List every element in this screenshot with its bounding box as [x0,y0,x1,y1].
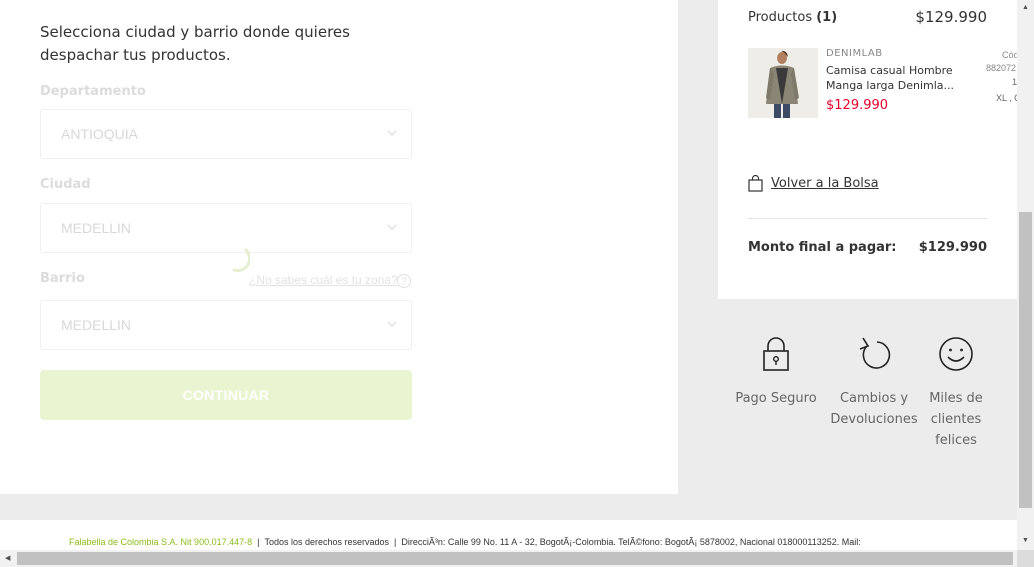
order-summary-card: Productos (1) $129.990 DENIMLAB Camisa c… [718,0,1021,299]
shopping-bag-icon [748,175,763,192]
department-value: ANTIOQUIA [61,126,139,142]
footer-company-link[interactable]: Falabella de Colombia S.A. Nit 900.017.4… [69,537,252,547]
continue-button[interactable]: CONTINUAR [40,370,412,420]
product-name[interactable]: Camisa casual Hombre Manga larga Denimla… [826,63,986,93]
city-select[interactable]: MEDELLIN [40,203,412,253]
trust-happy-customers: Miles de clientes felices [911,336,1001,451]
city-value: MEDELLIN [61,220,132,236]
vertical-scrollbar[interactable]: ▲ ▼ [1017,0,1034,550]
trust-label: Cambios y Devoluciones [830,391,918,427]
scrollbar-corner [1017,550,1034,567]
padlock-icon [763,337,789,371]
shipping-form-card: Selecciona ciudad y barrio donde quieres… [0,0,678,494]
product-code-value: 882072 [986,63,1017,73]
chevron-down-icon [387,321,397,327]
form-intro-text: Selecciona ciudad y barrio donde quieres… [40,23,350,64]
help-question-icon[interactable]: ? [397,274,411,288]
footer: Falabella de Colombia S.A. Nit 900.017.4… [0,520,1017,550]
product-price: $129.990 [826,98,889,113]
final-amount-value: $129.990 [918,240,987,255]
product-thumbnail[interactable] [748,48,818,118]
zone-help-link[interactable]: ¿No sabes cuál es tu zona? [249,273,398,287]
products-heading: Productos (1) [748,10,837,25]
product-brand: DENIMLAB [826,48,883,59]
neighborhood-value: MEDELLIN [61,317,132,333]
neighborhood-label: Barrio [40,271,85,286]
scroll-down-arrow-icon[interactable]: ▼ [1022,537,1029,544]
department-select[interactable]: ANTIOQUIA [40,109,412,159]
final-amount-label: Monto final a pagar: [748,240,897,255]
trust-secure-payment: Pago Seguro [731,336,821,409]
products-label: Productos [748,10,813,25]
horizontal-scroll-thumb[interactable] [17,552,1013,565]
vertical-scroll-thumb[interactable] [1019,212,1032,508]
footer-legal-row: Falabella de Colombia S.A. Nit 900.017.4… [69,537,861,547]
loading-spinner-icon [232,248,250,272]
return-arrow-icon [859,337,891,369]
back-to-bag-link[interactable]: Volver a la Bolsa [748,175,879,192]
horizontal-scrollbar[interactable]: ◀ [0,550,1017,567]
footer-rights: Todos los derechos reservados [264,537,390,547]
chevron-down-icon [387,224,397,230]
products-total: $129.990 [915,8,987,26]
footer-separator: | [394,537,397,547]
scroll-left-arrow-icon[interactable]: ◀ [5,554,10,562]
trust-label: Miles de clientes felices [929,391,983,448]
chevron-down-icon [387,130,397,136]
neighborhood-select[interactable]: MEDELLIN [40,300,412,350]
scroll-up-arrow-icon[interactable]: ▲ [1022,4,1029,11]
summary-divider [748,218,987,219]
footer-address: DirecciÃ³n: Calle 99 No. 11 A - 32, Bogo… [401,537,861,547]
trust-returns: Cambios y Devoluciones [829,336,919,430]
smiley-face-icon [939,337,973,371]
product-photo [748,48,818,118]
trust-label: Pago Seguro [735,391,817,406]
footer-separator: | [257,537,260,547]
department-label: Departamento [40,84,146,99]
back-to-bag-label: Volver a la Bolsa [771,176,879,191]
products-count: (1) [816,10,838,25]
city-label: Ciudad [40,177,91,192]
